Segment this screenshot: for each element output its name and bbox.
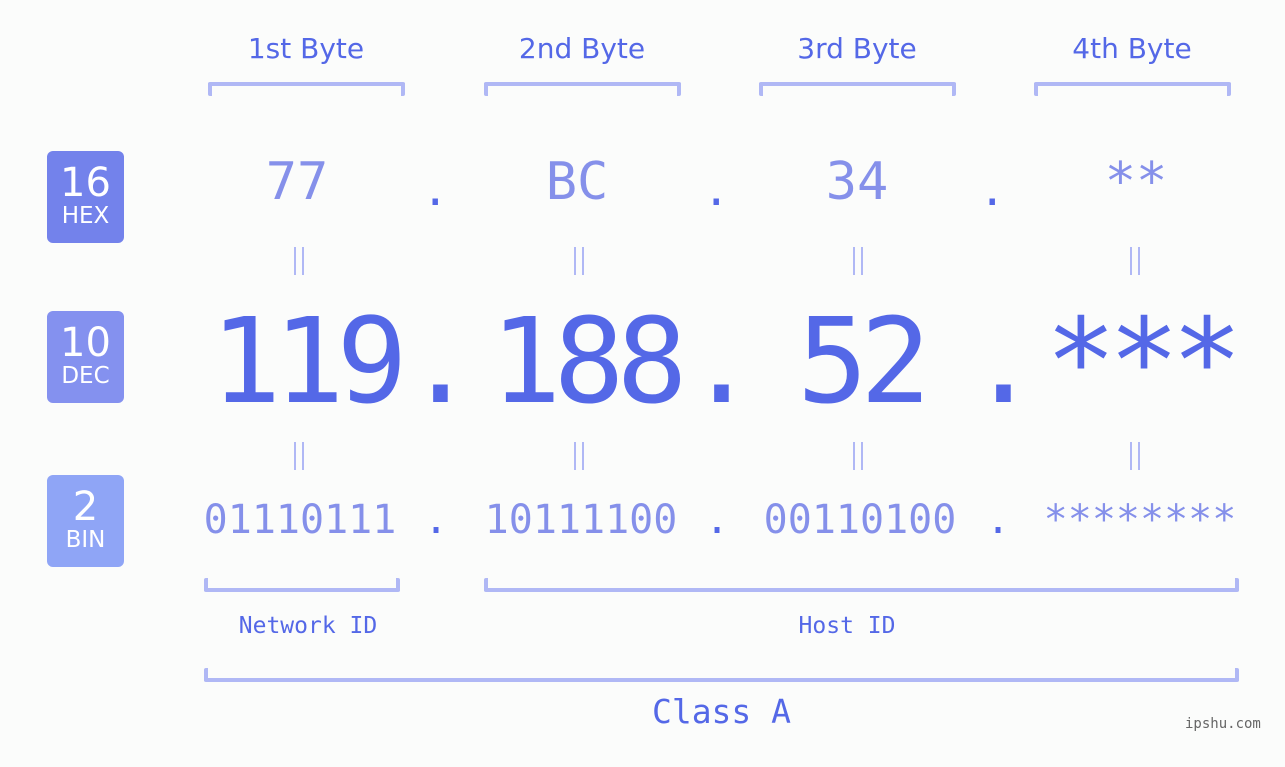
hex-badge: 16 HEX [47,151,124,243]
dec-separator-1: . [405,292,477,430]
byte-bracket-1 [208,82,405,96]
equals-icon [853,247,863,275]
equals-icon [574,247,584,275]
equals-icon [1130,442,1140,470]
byte-header-3: 3rd Byte [797,32,917,65]
hex-separator-1: . [422,165,449,216]
hex-byte-2: BC [545,152,609,212]
bin-byte-2: 10111100 [484,497,678,543]
host-id-bracket [484,578,1239,592]
hex-separator-3: . [979,165,1006,216]
byte-header-4: 4th Byte [1072,32,1192,65]
hex-badge-number: 16 [60,160,111,206]
hex-byte-1: 77 [265,152,329,212]
byte-header-1: 1st Byte [247,32,365,65]
bin-byte-4: ******** [1043,497,1237,543]
bin-byte-1: 01110111 [203,497,397,543]
equals-icon [294,247,304,275]
byte-bracket-3 [759,82,956,96]
dec-badge: 10 DEC [47,311,124,403]
dec-separator-2: . [686,292,758,430]
equals-icon [1130,247,1140,275]
hex-byte-3: 34 [825,152,889,212]
class-label: Class A [651,692,792,731]
dec-badge-number: 10 [60,320,111,366]
network-id-label: Network ID [238,613,378,639]
bin-separator-2: . [705,497,730,543]
bin-separator-1: . [424,497,449,543]
host-id-label: Host ID [798,613,896,639]
byte-header-2: 2nd Byte [518,32,646,65]
bin-badge-number: 2 [72,484,99,530]
dec-separator-3: . [968,292,1040,430]
network-id-bracket [204,578,400,592]
dec-byte-3: 52 [796,292,931,430]
class-bracket [204,668,1239,682]
watermark: ipshu.com [1185,716,1261,732]
byte-bracket-4 [1034,82,1231,96]
hex-separator-2: . [703,165,730,216]
equals-icon [574,442,584,470]
dec-byte-4: *** [1045,292,1242,430]
dec-byte-1: 119 [210,292,407,430]
bin-badge-label: BIN [65,527,106,553]
byte-bracket-2 [484,82,681,96]
equals-icon [294,442,304,470]
bin-byte-3: 00110100 [763,497,957,543]
hex-byte-4: ** [1104,152,1168,212]
dec-byte-2: 188 [490,292,687,430]
bin-badge: 2 BIN [47,475,124,567]
bin-separator-3: . [986,497,1011,543]
equals-icon [853,442,863,470]
dec-badge-label: DEC [61,363,110,389]
hex-badge-label: HEX [61,203,110,229]
